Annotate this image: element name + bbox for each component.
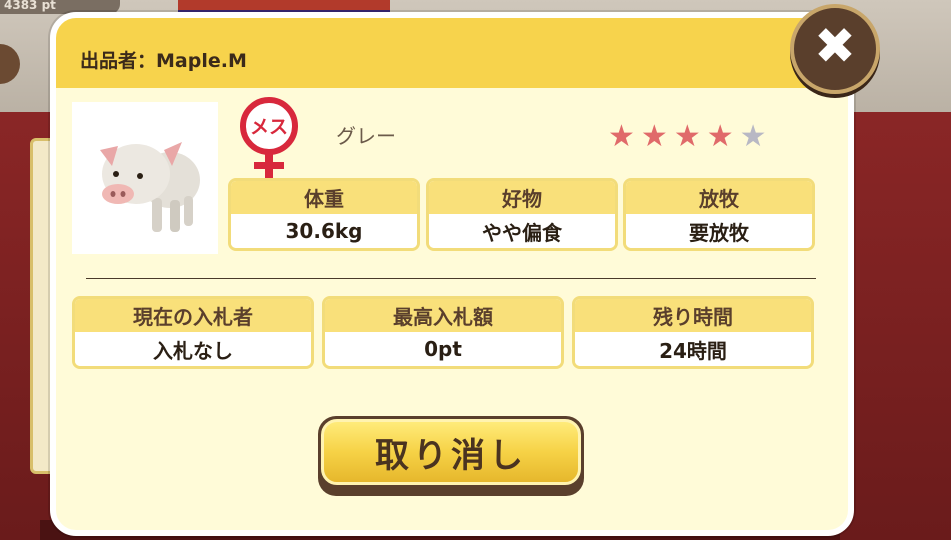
stat-value: 0pt — [325, 332, 561, 366]
seller-label: 出品者：Maple.M — [80, 50, 247, 72]
points-text: 4383 pt — [4, 0, 56, 12]
auction-detail-dialog: 出品者：Maple.M メス グレー ★ ★ ★ ★ ★ 体重 30.6kg 好… — [50, 12, 854, 536]
stat-value: 要放牧 — [626, 214, 812, 248]
stat-value: 入札なし — [75, 332, 311, 366]
star-filled-icon: ★ — [706, 119, 734, 154]
pig-image — [72, 102, 218, 254]
stat-grazing: 放牧 要放牧 — [623, 178, 815, 251]
cancel-button-label[interactable]: 取り消し — [321, 419, 581, 485]
stat-weight: 体重 30.6kg — [228, 178, 420, 251]
background-banner — [178, 0, 390, 12]
stat-label: 最高入札額 — [325, 299, 561, 332]
pig-color: グレー — [336, 124, 396, 148]
divider — [86, 278, 816, 279]
close-button[interactable]: ✖ — [790, 4, 880, 94]
star-filled-icon: ★ — [608, 119, 635, 154]
cancel-button[interactable]: 取り消し — [318, 416, 584, 496]
stat-remaining-time: 残り時間 24時間 — [572, 296, 814, 369]
star-filled-icon: ★ — [640, 119, 668, 154]
stat-label: 残り時間 — [575, 299, 811, 332]
stat-label: 放牧 — [626, 181, 812, 214]
star-filled-icon: ★ — [673, 119, 701, 154]
stat-label: 体重 — [231, 181, 417, 214]
stat-favorite-food: 好物 やや偏食 — [426, 178, 618, 251]
stat-value: やや偏食 — [429, 214, 615, 248]
stat-label: 好物 — [429, 181, 615, 214]
female-gender-icon: メス — [236, 96, 302, 184]
stat-current-bidder: 現在の入札者 入札なし — [72, 296, 314, 369]
gender-label: メス — [250, 116, 288, 138]
stat-highest-bid: 最高入札額 0pt — [322, 296, 564, 369]
rating-stars: ★ ★ ★ ★ ★ — [608, 122, 767, 152]
dialog-header: 出品者：Maple.M — [56, 18, 848, 88]
stat-value: 24時間 — [575, 332, 811, 366]
stat-label: 現在の入札者 — [75, 299, 311, 332]
pig-icon — [100, 142, 200, 232]
close-icon[interactable]: ✖ — [794, 8, 876, 84]
stat-value: 30.6kg — [231, 214, 417, 248]
star-empty-icon: ★ — [739, 119, 767, 154]
